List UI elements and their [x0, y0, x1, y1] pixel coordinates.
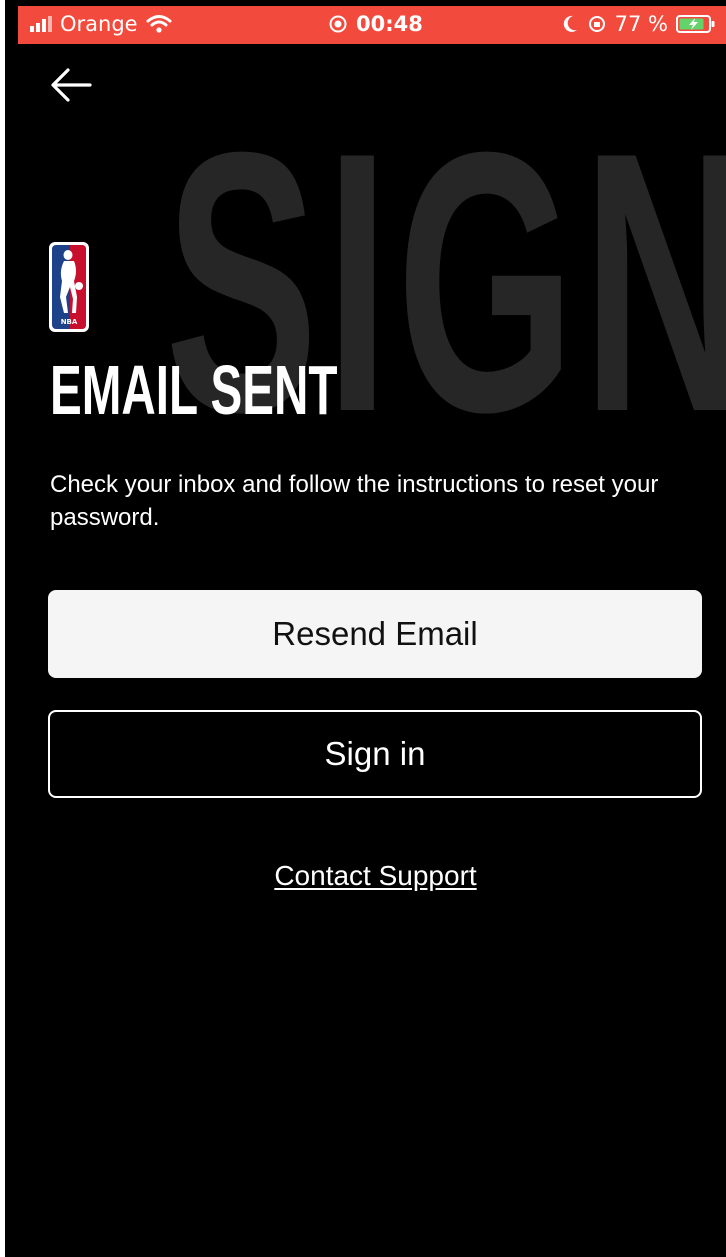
sign-in-button[interactable]: Sign in: [48, 710, 702, 798]
carrier-name: Orange: [60, 12, 138, 36]
signal-icon: [30, 16, 52, 32]
app-screen: Orange 00:48 77 % SIGN NBA EMAIL SENT Ch…: [0, 0, 726, 1257]
contact-support-container: Contact Support: [0, 860, 726, 892]
screen-record-icon: [329, 15, 347, 33]
resend-email-button[interactable]: Resend Email: [48, 590, 702, 678]
screen-edge: [0, 0, 5, 1257]
wifi-icon: [146, 15, 172, 33]
back-arrow-icon[interactable]: [48, 62, 94, 108]
orientation-lock-icon: [588, 16, 605, 32]
moon-icon: [563, 15, 577, 32]
battery-percent: 77 %: [614, 12, 668, 36]
instructions-text: Check your inbox and follow the instruct…: [50, 471, 659, 531]
contact-support-link[interactable]: Contact Support: [274, 860, 476, 891]
clock: 00:48: [356, 12, 423, 36]
status-bar: Orange 00:48 77 %: [18, 6, 726, 44]
page-title: EMAIL SENT: [50, 351, 338, 429]
nba-logo: NBA: [49, 242, 89, 332]
logo-text: NBA: [61, 318, 78, 326]
battery-charging-icon: [676, 15, 715, 33]
